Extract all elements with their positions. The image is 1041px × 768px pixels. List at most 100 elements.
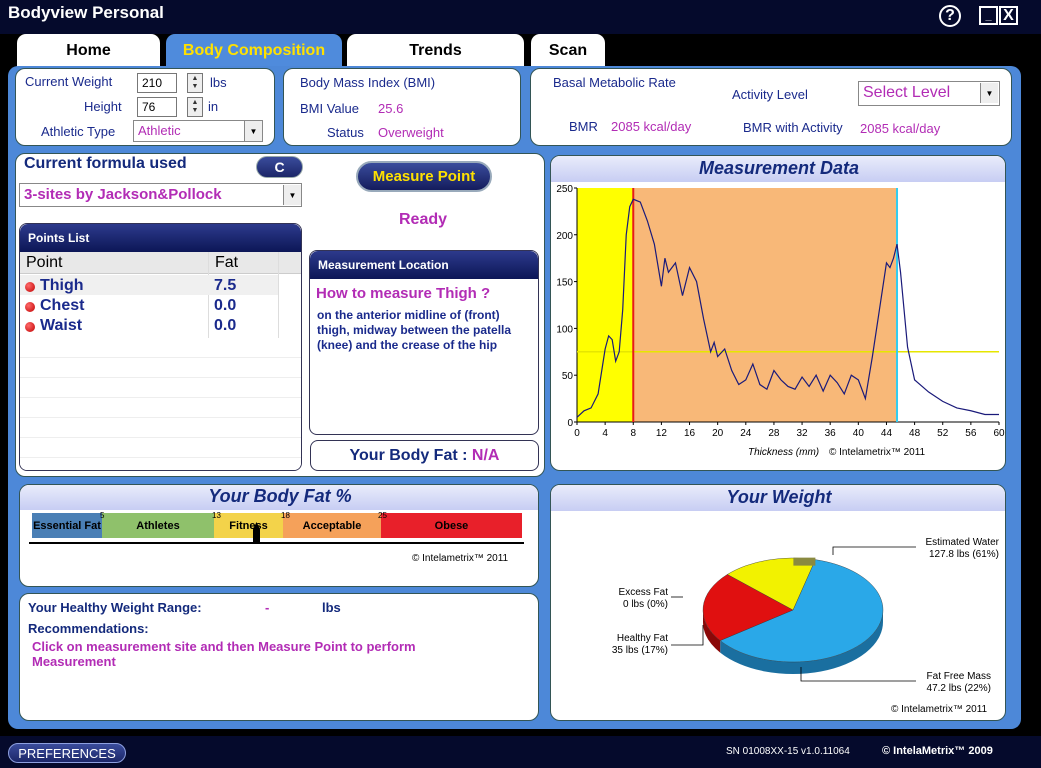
x-tick-label: 12 (656, 428, 668, 439)
weight-input[interactable]: 210 (137, 73, 177, 93)
activity-value: Select Level (863, 84, 951, 101)
recommendations-text: Click on measurement site and then Measu… (32, 639, 416, 669)
point-name[interactable]: Thigh (40, 277, 84, 295)
pie-label: Estimated Water (925, 537, 999, 548)
tab-body-composition[interactable]: Body Composition (166, 34, 342, 67)
chart-title: Measurement Data (698, 158, 860, 178)
pie-leader-line (671, 625, 704, 646)
weight-stepper[interactable]: ▲ ▼ (187, 73, 203, 93)
formula-select[interactable]: 3-sites by Jackson&Pollock (19, 183, 302, 207)
minimize-button[interactable]: _ (979, 6, 998, 25)
pie-label: Healthy Fat (617, 633, 668, 644)
formula-value: 3-sites by Jackson&Pollock (24, 186, 222, 203)
bmi-status: Overweight (378, 125, 444, 140)
down-arrow-icon: ▼ (191, 83, 199, 90)
location-heading: How to measure Thigh ? (316, 285, 491, 302)
serial-number: SN 01008XX-15 v1.0.11064 (726, 746, 850, 757)
chevron-down-icon[interactable]: ▼ (283, 185, 301, 205)
pie-slice-excess-fat (793, 557, 816, 566)
location-text: on the anterior midline of (front) thigh… (317, 308, 512, 352)
bmi-value: 25.6 (378, 101, 404, 116)
col-fat: Fat (215, 254, 239, 271)
x-tick-label: 4 (602, 428, 608, 439)
tab-home[interactable]: Home (17, 34, 160, 67)
tab-scan[interactable]: Scan (531, 34, 605, 67)
threshold-5: 5 (100, 511, 105, 520)
y-tick-label: 250 (556, 184, 573, 195)
point-fat: 0.0 (214, 317, 237, 334)
bmi-title: Body Mass Index (BMI) (300, 75, 436, 90)
points-list: Points List Point Fat Thigh 7.5 Chest 0.… (19, 223, 302, 471)
athletic-value: Athletic (138, 123, 181, 138)
weight-label: Current Weight (25, 74, 113, 89)
weight-panel: Your Weight Estimated Water 127.8 lbs (61… (550, 484, 1006, 721)
segment-obese: Obese (381, 513, 522, 538)
location-title: Measurement Location (310, 251, 538, 279)
body-fat-percent-panel: Your Body Fat % Essential Fat Athletes F… (19, 484, 539, 587)
measurement-data-panel: Measurement Data 0 50 100 150 200 250 0 4 8 12 16 2… (550, 155, 1006, 471)
preferences-button[interactable]: PREFERENCES (8, 743, 126, 763)
weight-range-unit: lbs (322, 600, 341, 615)
y-tick-label: 200 (556, 231, 573, 242)
bodyfat-copyright: © Intelametrix™ 2011 (412, 553, 509, 564)
segment-acceptable: Acceptable (283, 513, 381, 538)
chevron-down-icon[interactable]: ▼ (244, 121, 262, 141)
bodyfat-scale: Essential Fat Athletes Fitness Acceptabl… (32, 511, 524, 541)
athletic-label: Athletic Type (41, 124, 116, 139)
chart-region-0 (577, 188, 634, 422)
formula-label: Current formula used (24, 155, 187, 172)
body-fat-readout: Your Body Fat : N/A (310, 440, 539, 471)
threshold-13: 13 (212, 511, 221, 520)
pie-value-label: 35 lbs (17%) (612, 645, 668, 656)
down-arrow-icon: ▼ (191, 107, 199, 114)
x-tick-label: 20 (712, 428, 724, 439)
bodyfat-section-title: Your Body Fat % (208, 486, 352, 506)
weight-unit: lbs (210, 75, 227, 90)
body-fat-value: N/A (471, 446, 500, 464)
tab-trends[interactable]: Trends (347, 34, 524, 67)
bmr-activity-label: BMR with Activity (743, 120, 843, 135)
body-fat-label: Your Body Fat : (349, 446, 468, 464)
c-button[interactable]: C (256, 156, 303, 178)
y-tick-label: 0 (567, 418, 573, 429)
col-point: Point (26, 254, 63, 271)
height-unit: in (208, 99, 219, 114)
height-input[interactable]: 76 (137, 97, 177, 117)
profile-panel: Current Weight 210 ▲ ▼ lbs Height 76 ▲ ▼ i… (15, 68, 275, 146)
weight-copyright: © Intelametrix™ 2011 (891, 704, 988, 715)
y-tick-label: 100 (556, 324, 573, 335)
chart-copyright: © Intelametrix™ 2011 (829, 447, 926, 458)
weight-range-value: - (265, 600, 270, 615)
x-tick-label: 52 (937, 428, 949, 439)
height-stepper[interactable]: ▲ ▼ (187, 97, 203, 117)
x-tick-label: 60 (993, 428, 1005, 439)
activity-select[interactable]: Select Level (858, 81, 1000, 106)
close-button[interactable]: X (999, 6, 1018, 25)
measurement-chart: 0501001502002500 4 8 12 16 20 24 28 32 36 40 44 48 52… (556, 184, 1005, 458)
y-tick-label: 50 (562, 371, 574, 382)
x-tick-label: 16 (684, 428, 696, 439)
chevron-down-icon[interactable]: ▼ (980, 83, 998, 103)
point-fat: 0.0 (214, 297, 237, 314)
bmr-value: 2085 kcal/day (611, 119, 692, 134)
x-tick-label: 8 (630, 428, 636, 439)
threshold-25: 25 (378, 511, 387, 520)
segment-fitness: Fitness (214, 513, 283, 538)
app-title: Bodyview Personal (8, 3, 164, 22)
x-tick-label: 40 (853, 428, 865, 439)
up-arrow-icon: ▲ (191, 75, 199, 82)
x-tick-label: 48 (909, 428, 921, 439)
x-tick-label: 44 (881, 428, 893, 439)
bmi-value-label: BMI Value (300, 101, 360, 116)
pie-value-label: 127.8 lbs (61%) (929, 549, 999, 560)
bmi-status-label: Status (327, 125, 364, 140)
point-name[interactable]: Waist (40, 317, 82, 335)
point-name[interactable]: Chest (40, 297, 84, 315)
bmr-panel: Basal Metabolic Rate Activity Level Sele… (530, 68, 1012, 146)
recommendations-panel: Your Healthy Weight Range: - lbs Recomme… (19, 593, 539, 721)
scale-axis (29, 542, 524, 544)
x-tick-label: 24 (740, 428, 752, 439)
red-dot-icon (25, 322, 35, 332)
help-button[interactable]: ? (939, 5, 961, 27)
measure-point-button[interactable]: Measure Point (356, 161, 492, 192)
